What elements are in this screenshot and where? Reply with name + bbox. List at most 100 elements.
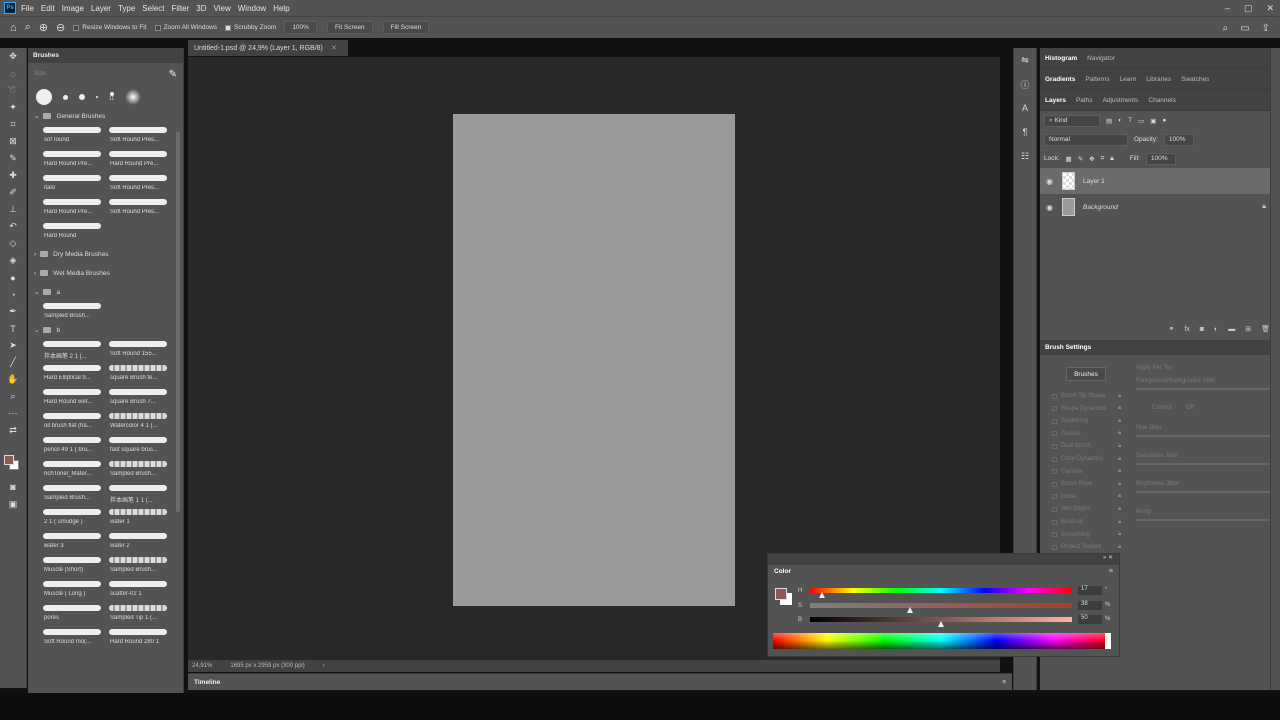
lock-artboard-icon[interactable]: ⌗: [1101, 155, 1105, 163]
fit-screen-button[interactable]: Fit Screen: [326, 21, 373, 34]
layer-row-layer1[interactable]: ◉ Layer 1: [1040, 168, 1280, 194]
document-canvas[interactable]: [453, 114, 735, 606]
new-layer-icon[interactable]: ⊞: [1245, 325, 1251, 333]
brushes-panel-tab[interactable]: Brushes: [28, 48, 183, 63]
menu-select[interactable]: Select: [142, 4, 164, 13]
status-arrow-icon[interactable]: ›: [323, 663, 325, 669]
brush-preset[interactable]: sof round: [41, 123, 105, 147]
brush-preset[interactable]: Soft Round Pres...: [107, 123, 171, 147]
frame-tool-icon[interactable]: ⊠: [0, 133, 26, 150]
hue-slider[interactable]: [810, 588, 1072, 593]
tab-paths[interactable]: Paths: [1076, 97, 1093, 104]
brush-preset[interactable]: Hard Round 280 1: [107, 625, 171, 649]
layer-row-background[interactable]: ◉ Background 🔒︎: [1040, 194, 1280, 220]
color-spectrum-ramp[interactable]: [773, 633, 1111, 649]
saturation-value[interactable]: 38: [1078, 601, 1102, 610]
tab-swatches[interactable]: Swatches: [1181, 76, 1209, 83]
timeline-menu-icon[interactable]: ≡: [1002, 679, 1006, 686]
filter-pixel-icon[interactable]: ▤: [1106, 117, 1112, 125]
menu-image[interactable]: Image: [62, 4, 84, 13]
brush-preset[interactable]: Hard Round Pre...: [41, 195, 105, 219]
brush-preset[interactable]: Soft Round mo(...: [41, 625, 105, 649]
character-panel-icon[interactable]: A: [1014, 96, 1036, 120]
hand-tool-icon[interactable]: ✋: [0, 371, 26, 388]
close-document-icon[interactable]: ✕: [331, 44, 337, 52]
brush-setting-option[interactable]: Shape Dynamics 🔒︎: [1052, 405, 1121, 412]
option-lock-icon[interactable]: 🔒︎: [1118, 456, 1121, 463]
blend-mode-select[interactable]: Normal: [1044, 133, 1128, 146]
brightness-jitter-slider[interactable]: [1136, 491, 1270, 493]
scrubby-zoom-checkbox[interactable]: Scrubby Zoom: [225, 24, 276, 31]
option-lock-icon[interactable]: 🔒︎: [1118, 506, 1121, 513]
folder-general-brushes[interactable]: ⌄ General Brushes: [28, 109, 183, 123]
menu-3d[interactable]: 3D: [196, 4, 206, 13]
timeline-tab[interactable]: Timeline: [194, 679, 220, 686]
brush-setting-option[interactable]: Wet Edges 🔒︎: [1052, 506, 1121, 512]
brush-preset[interactable]: Sampled Brush...: [41, 299, 105, 323]
paint-bucket-icon[interactable]: ◈: [0, 252, 26, 269]
control-select[interactable]: Off: [1186, 405, 1194, 411]
menu-type[interactable]: Type: [118, 4, 135, 13]
add-mask-icon[interactable]: ◙: [1200, 326, 1204, 333]
option-lock-icon[interactable]: 🔒︎: [1118, 468, 1121, 475]
tab-learn[interactable]: Learn: [1120, 76, 1137, 83]
marquee-tool-icon[interactable]: ◌: [0, 65, 26, 82]
filter-type-icon[interactable]: T: [1128, 117, 1132, 124]
fg-bg-jitter-slider[interactable]: [1136, 388, 1270, 390]
brush-setting-option[interactable]: Brush Tip Shape 🔒︎: [1052, 393, 1121, 399]
close-icon[interactable]: ✕: [1266, 3, 1274, 14]
brushes-button[interactable]: Brushes: [1066, 367, 1106, 381]
type-tool-icon[interactable]: T: [0, 320, 26, 337]
brush-preset[interactable]: square Brush te...: [107, 361, 171, 385]
tab-libraries[interactable]: Libraries: [1146, 76, 1171, 83]
new-brush-icon[interactable]: ✎: [169, 69, 177, 80]
menu-filter[interactable]: Filter: [172, 4, 190, 13]
brush-setting-option[interactable]: Scattering 🔒︎: [1052, 418, 1121, 424]
option-checkbox[interactable]: [1052, 406, 1057, 412]
brush-preset[interactable]: 拌本画笔 2 1 (...: [41, 337, 105, 361]
move-tool-icon[interactable]: ✥: [0, 48, 26, 65]
option-lock-icon[interactable]: 🔒︎: [1118, 418, 1121, 425]
brush-setting-option[interactable]: Noise 🔒︎: [1052, 493, 1121, 500]
preset-brush-11[interactable]: 11: [109, 92, 114, 102]
hue-jitter-slider[interactable]: [1136, 435, 1270, 437]
zoom-tool-icon[interactable]: ⌕: [25, 21, 31, 34]
brush-preset[interactable]: Soft Round 155...: [107, 337, 171, 361]
option-checkbox[interactable]: [1052, 393, 1057, 399]
saturation-slider[interactable]: [810, 603, 1072, 608]
tab-patterns[interactable]: Patterns: [1085, 76, 1109, 83]
foreground-color-swatch[interactable]: [4, 455, 14, 465]
history-panel-icon[interactable]: ⇋: [1014, 48, 1036, 72]
new-group-icon[interactable]: ▬: [1228, 326, 1235, 333]
home-icon[interactable]: ⌂: [10, 22, 17, 34]
eraser-tool-icon[interactable]: ◇: [0, 235, 26, 252]
lasso-tool-icon[interactable]: ➰: [0, 82, 26, 99]
search-icon[interactable]: ⌕: [1223, 23, 1229, 34]
menu-layer[interactable]: Layer: [91, 4, 111, 13]
pen-tool-icon[interactable]: ✒: [0, 303, 26, 320]
layer-name[interactable]: Background: [1083, 204, 1118, 211]
path-selection-icon[interactable]: ➤: [0, 337, 26, 354]
brush-preset[interactable]: 拌本画笔 1 1 (...: [107, 481, 171, 505]
eyedropper-tool-icon[interactable]: ✎: [0, 150, 26, 167]
brush-preset[interactable]: Soft Round Pres...: [107, 195, 171, 219]
close-panel-icon[interactable]: ✕: [1108, 555, 1113, 561]
share-icon[interactable]: ⇪: [1262, 23, 1270, 34]
menu-edit[interactable]: Edit: [41, 4, 55, 13]
brush-preset[interactable]: Sampled Tip 1 (...: [107, 601, 171, 625]
brush-preset[interactable]: Hard Round: [41, 219, 105, 243]
magic-wand-tool-icon[interactable]: ✦: [0, 99, 26, 116]
option-checkbox[interactable]: [1052, 456, 1057, 462]
preset-brush-small[interactable]: [63, 94, 68, 100]
filter-smart-icon[interactable]: ▣: [1150, 117, 1156, 125]
option-lock-icon[interactable]: 🔒︎: [1118, 430, 1121, 437]
stamp-tool-icon[interactable]: ⊥: [0, 201, 26, 218]
brush-settings-tab[interactable]: Brush Settings ≡: [1040, 340, 1280, 355]
color-panel-title[interactable]: Color: [774, 568, 791, 575]
brush-setting-option[interactable]: Protect Texture 🔒︎: [1052, 544, 1121, 550]
brush-preset[interactable]: water 3: [41, 529, 105, 553]
hue-value[interactable]: 17: [1078, 586, 1102, 595]
lock-paint-icon[interactable]: ✎: [1078, 155, 1083, 163]
fill-screen-button[interactable]: Fill Screen: [382, 21, 430, 34]
color-panel-menu-icon[interactable]: ≡: [1109, 568, 1113, 575]
